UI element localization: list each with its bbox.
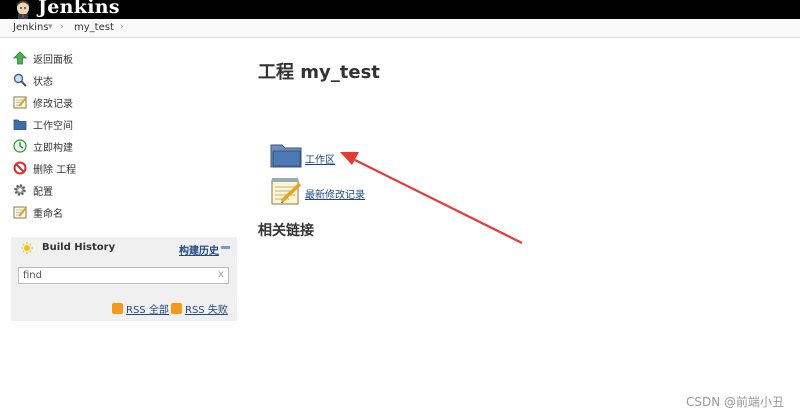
sidebar-item-label: 配置 (33, 186, 53, 198)
sidebar-item-label: 立即构建 (33, 142, 73, 154)
sidebar-item-label: 修改记录 (33, 98, 73, 110)
top-header: Jenkins (0, 0, 800, 19)
search-icon (12, 73, 27, 88)
rss-failed[interactable]: RSS 失败 (171, 301, 228, 316)
build-history-header: Build History 构建历史 (11, 237, 237, 259)
watermark-text: CSDN @前端小丑 (686, 395, 785, 409)
sidebar-item-label: 删除 工程 (33, 164, 77, 176)
sun-icon (21, 242, 33, 254)
annotation-arrow (340, 152, 523, 244)
breadcrumb-root[interactable]: Jenkins (13, 22, 49, 33)
rss-all-link[interactable]: RSS 全部 (126, 301, 169, 316)
notepad-icon (12, 205, 27, 220)
no-entry-icon (12, 161, 27, 176)
rss-icon (112, 303, 123, 314)
sidebar-item-rename[interactable]: 重命名 (12, 203, 63, 221)
sidebar-item-label: 状态 (33, 76, 53, 88)
breadcrumb: Jenkins ▾ › my_test › (0, 19, 800, 38)
sidebar-item-configure[interactable]: 配置 (12, 181, 53, 199)
clear-search-icon[interactable]: x (218, 269, 224, 280)
build-history-search[interactable]: x (18, 267, 229, 284)
rss-all[interactable]: RSS 全部 (112, 301, 169, 316)
sidebar-item-status[interactable]: 状态 (12, 71, 53, 89)
sidebar-item-workspace[interactable]: 工作空间 (12, 115, 73, 133)
chevron-right-icon: › (120, 22, 124, 32)
app-logo-text[interactable]: Jenkins (38, 0, 120, 18)
build-trend-link[interactable]: 构建历史 (179, 242, 219, 257)
rss-icon (171, 303, 182, 314)
gear-icon (12, 183, 27, 198)
rss-failed-link[interactable]: RSS 失败 (185, 301, 228, 316)
dropdown-arrow-icon[interactable]: ▾ (48, 22, 53, 32)
sidebar-item-back-to-dashboard[interactable]: 返回面板 (12, 49, 73, 67)
clock-icon (12, 139, 27, 154)
chevron-right-icon: › (60, 22, 64, 32)
page-title: 工程 my_test (258, 62, 380, 83)
folder-icon (12, 117, 27, 132)
build-history-panel: Build History 构建历史 x RSS 全部 RSS 失败 (11, 237, 237, 321)
up-arrow-icon (12, 51, 27, 66)
sidebar-item-delete-project[interactable]: 删除 工程 (12, 159, 76, 177)
breadcrumb-job[interactable]: my_test (74, 22, 114, 33)
sidebar-item-label: 工作空间 (33, 120, 73, 132)
collapse-icon[interactable] (221, 246, 230, 249)
search-input[interactable] (19, 268, 213, 283)
recent-changes-link[interactable]: 最新修改记录 (305, 186, 365, 201)
sidebar-item-changes[interactable]: 修改记录 (12, 93, 73, 111)
related-links-heading: 相关链接 (258, 223, 314, 239)
sidebar-item-build-now[interactable]: 立即构建 (12, 137, 73, 155)
folder-icon[interactable] (270, 142, 302, 168)
notepad-icon (12, 95, 27, 110)
notepad-icon[interactable] (270, 176, 302, 206)
jenkins-butler-icon[interactable] (14, 0, 32, 19)
build-history-title: Build History (42, 242, 116, 253)
sidebar-item-label: 返回面板 (33, 54, 73, 66)
workspace-link[interactable]: 工作区 (305, 151, 335, 166)
sidebar-item-label: 重命名 (33, 208, 63, 220)
